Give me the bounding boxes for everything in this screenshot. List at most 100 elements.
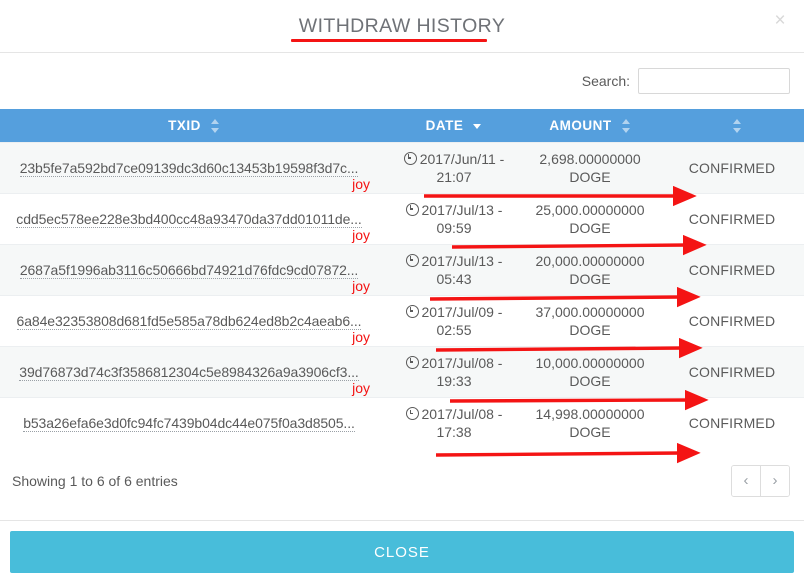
page-title: WITHDRAW HISTORY — [298, 15, 506, 37]
amount-value: 10,000.00000000 — [535, 355, 645, 371]
cell-amount: 25,000.00000000 DOGE — [520, 193, 660, 245]
date-line-2: 19:33 — [436, 373, 472, 389]
amount-currency: DOGE — [569, 220, 611, 236]
date-line-1: 2017/Jun/11 - — [419, 151, 505, 167]
table-footer: Showing 1 to 6 of 6 entries ‹ › — [0, 449, 804, 497]
date-line-1: 2017/Jul/13 - — [421, 253, 503, 269]
search-row: Search: — [0, 53, 804, 109]
clock-icon — [405, 203, 419, 216]
cell-date: 2017/Jul/09 - 02:55 — [388, 295, 520, 347]
close-icon[interactable]: × — [770, 11, 790, 31]
amount-value: 25,000.00000000 — [535, 202, 645, 218]
annotation-text: joy — [352, 329, 370, 345]
status-badge: CONFIRMED — [660, 295, 804, 347]
cell-txid: b53a26efa6e3d0fc94fc7439b04dc44e075f0a3d… — [0, 397, 388, 449]
amount-currency: DOGE — [569, 271, 611, 287]
date-line-2: 17:38 — [436, 424, 472, 441]
clock-icon — [405, 305, 419, 318]
table-row: b53a26efa6e3d0fc94fc7439b04dc44e075f0a3d… — [0, 397, 804, 449]
modal-footer: CLOSE — [0, 520, 804, 585]
sort-icon-amount — [621, 118, 631, 134]
annotation-text: joy — [352, 380, 370, 396]
amount-currency: DOGE — [569, 322, 611, 338]
amount-value: 14,998.00000000 — [535, 406, 645, 423]
amount-currency: DOGE — [569, 169, 611, 185]
cell-date: 2017/Jul/13 - 05:43 — [388, 244, 520, 296]
cell-date: 2017/Jul/13 - 09:59 — [388, 193, 520, 245]
modal-header: WITHDRAW HISTORY × — [0, 0, 804, 53]
date-line-1: 2017/Jul/09 - — [421, 304, 503, 320]
txid-link[interactable]: b53a26efa6e3d0fc94fc7439b04dc44e075f0a3d… — [23, 415, 355, 432]
cell-amount: 10,000.00000000 DOGE — [520, 346, 660, 398]
pagination: ‹ › — [731, 464, 790, 497]
table-row: cdd5ec578ee228e3bd400cc48a93470da37dd010… — [0, 193, 804, 245]
column-header-txid[interactable]: TXID — [0, 109, 388, 143]
search-label: Search: — [581, 73, 630, 89]
sort-icon-status — [732, 118, 742, 134]
status-badge: CONFIRMED — [660, 397, 804, 449]
cell-amount: 20,000.00000000 DOGE — [520, 244, 660, 296]
date-line-2: 02:55 — [436, 322, 472, 338]
txid-link[interactable]: 23b5fe7a592bd7ce09139dc3d60c13453b19598f… — [19, 160, 358, 177]
clock-icon — [405, 407, 419, 421]
column-header-amount[interactable]: AMOUNT — [520, 109, 660, 143]
annotation-text: joy — [352, 176, 370, 192]
amount-currency: DOGE — [569, 373, 611, 389]
clock-icon — [405, 254, 419, 267]
cell-txid: 39d76873d74c3f3586812304c5e8984326a9a390… — [0, 346, 388, 398]
status-badge: CONFIRMED — [660, 346, 804, 398]
amount-value: 2,698.00000000 — [539, 151, 641, 167]
status-badge: CONFIRMED — [660, 244, 804, 296]
withdraw-history-table: TXID DATE AMOUNT 23b5fe7a592bd7ce09139dc… — [0, 109, 804, 449]
txid-link[interactable]: 6a84e32353808d681fd5e585a78db624ed8b2c4a… — [16, 313, 362, 330]
clock-icon — [405, 356, 419, 369]
annotation-text: joy — [352, 278, 370, 294]
cell-amount: 37,000.00000000 DOGE — [520, 295, 660, 347]
cell-date: 2017/Jul/08 - 19:33 — [388, 346, 520, 398]
date-line-2: 05:43 — [436, 271, 472, 287]
pagination-previous-button[interactable]: ‹ — [732, 465, 760, 496]
amount-value: 20,000.00000000 — [535, 253, 645, 269]
txid-link[interactable]: 2687a5f1996ab3116c50666bd74921d76fdc9cd0… — [19, 262, 358, 279]
cell-txid: 23b5fe7a592bd7ce09139dc3d60c13453b19598f… — [0, 142, 388, 194]
amount-value: 37,000.00000000 — [535, 304, 645, 320]
txid-link[interactable]: 39d76873d74c3f3586812304c5e8984326a9a390… — [19, 364, 359, 381]
entries-info: Showing 1 to 6 of 6 entries — [12, 472, 178, 489]
date-line-1: 2017/Jul/08 - — [421, 355, 503, 371]
close-button[interactable]: CLOSE — [10, 531, 794, 573]
date-line-2: 09:59 — [436, 220, 472, 236]
column-header-txid-label: TXID — [168, 118, 201, 133]
column-header-status[interactable] — [660, 109, 804, 143]
amount-currency: DOGE — [569, 424, 611, 441]
sort-icon-txid — [210, 118, 220, 134]
date-line-2: 21:07 — [436, 169, 472, 185]
column-header-amount-label: AMOUNT — [549, 118, 612, 133]
cell-txid: 2687a5f1996ab3116c50666bd74921d76fdc9cd0… — [0, 244, 388, 296]
cell-amount: 2,698.00000000 DOGE — [520, 142, 660, 194]
annotation-text: joy — [352, 227, 370, 243]
sort-icon-date-descending — [473, 118, 482, 134]
cell-amount: 14,998.00000000 DOGE — [520, 397, 660, 449]
table-row: 23b5fe7a592bd7ce09139dc3d60c13453b19598f… — [0, 142, 804, 194]
cell-date: 2017/Jul/08 -17:38 — [388, 397, 520, 449]
modal-body: Search: TXID DATE AMOUNT 23b5fe7a592bd7c… — [0, 53, 804, 520]
table-header-row: TXID DATE AMOUNT — [0, 109, 804, 143]
table-row: 6a84e32353808d681fd5e585a78db624ed8b2c4a… — [0, 295, 804, 347]
status-badge: CONFIRMED — [660, 193, 804, 245]
column-header-date-label: DATE — [425, 118, 464, 133]
status-badge: CONFIRMED — [660, 142, 804, 194]
date-line-1: 2017/Jul/13 - — [421, 202, 503, 218]
pagination-next-button[interactable]: › — [760, 465, 789, 496]
search-input[interactable] — [638, 68, 790, 94]
table-row: 39d76873d74c3f3586812304c5e8984326a9a390… — [0, 346, 804, 398]
cell-txid: 6a84e32353808d681fd5e585a78db624ed8b2c4a… — [0, 295, 388, 347]
cell-txid: cdd5ec578ee228e3bd400cc48a93470da37dd010… — [0, 193, 388, 245]
table-row: 2687a5f1996ab3116c50666bd74921d76fdc9cd0… — [0, 244, 804, 296]
clock-icon — [403, 152, 417, 165]
column-header-date[interactable]: DATE — [388, 109, 520, 143]
date-line-1: 2017/Jul/08 - — [421, 406, 503, 423]
txid-link[interactable]: cdd5ec578ee228e3bd400cc48a93470da37dd010… — [16, 211, 362, 228]
table-body: 23b5fe7a592bd7ce09139dc3d60c13453b19598f… — [0, 142, 804, 449]
cell-date: 2017/Jun/11 - 21:07 — [388, 142, 520, 194]
withdraw-history-modal: WITHDRAW HISTORY × Search: TXID DATE AMO… — [0, 0, 804, 585]
